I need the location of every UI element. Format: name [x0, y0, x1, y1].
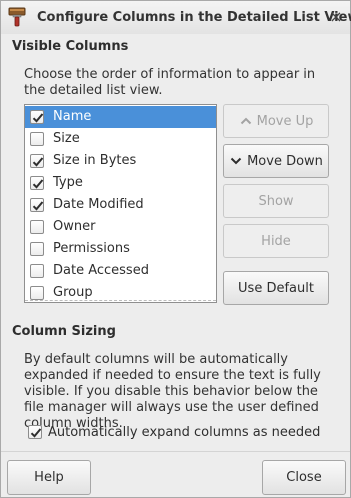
checkbox[interactable] — [30, 220, 44, 234]
use-default-button[interactable]: Use Default — [223, 271, 329, 305]
list-item-label: Date Accessed — [53, 263, 149, 278]
checkbox[interactable] — [30, 264, 44, 278]
show-label: Show — [258, 193, 294, 209]
list-item-label: Owner — [53, 219, 96, 234]
move-down-button[interactable]: Move Down — [223, 144, 329, 178]
list-item-label: Group — [53, 285, 93, 300]
columns-list[interactable]: Name Size Size in Bytes Type Date Modifi… — [24, 104, 217, 303]
move-up-button[interactable]: Move Up — [223, 104, 329, 138]
close-button[interactable]: Close — [262, 460, 346, 495]
checkbox[interactable] — [30, 286, 44, 300]
move-up-label: Move Up — [256, 113, 314, 129]
checkbox[interactable] — [30, 132, 44, 146]
checkbox[interactable] — [30, 110, 44, 124]
chevron-up-icon — [239, 114, 253, 128]
auto-expand-checkbox[interactable] — [28, 425, 42, 439]
use-default-label: Use Default — [238, 280, 314, 296]
hide-label: Hide — [261, 233, 291, 249]
footer-divider — [1, 451, 350, 452]
list-item-label: Permissions — [53, 241, 130, 256]
window-title: Configure Columns in the Detailed List V… — [37, 10, 351, 25]
list-item-label: Date Modified — [53, 197, 144, 212]
list-item-type[interactable]: Type — [25, 172, 216, 194]
auto-expand-label: Automatically expand columns as needed — [48, 424, 321, 440]
list-item-label: Size — [53, 131, 80, 146]
list-item-size-in-bytes[interactable]: Size in Bytes — [25, 150, 216, 172]
visible-columns-description: Choose the order of information to appea… — [24, 67, 316, 98]
close-icon[interactable]: × — [327, 8, 345, 26]
column-sizing-heading: Column Sizing — [12, 324, 116, 339]
list-item-name[interactable]: Name — [25, 106, 216, 128]
title-bar[interactable]: Configure Columns in the Detailed List V… — [1, 1, 351, 34]
move-down-label: Move Down — [247, 153, 323, 169]
list-item-label: Size in Bytes — [53, 153, 137, 168]
checkbox[interactable] — [30, 154, 44, 168]
column-sizing-description: By default columns will be automatically… — [24, 352, 321, 431]
chevron-down-icon — [229, 154, 243, 168]
checkbox[interactable] — [30, 198, 44, 212]
list-item-label: Type — [53, 175, 83, 190]
list-item-date-modified[interactable]: Date Modified — [25, 194, 216, 216]
dialog-window: Configure Columns in the Detailed List V… — [0, 0, 351, 498]
close-label: Close — [286, 470, 322, 485]
list-item-size[interactable]: Size — [25, 128, 216, 150]
help-button[interactable]: Help — [7, 460, 91, 495]
help-label: Help — [34, 470, 64, 485]
auto-expand-checkbox-row[interactable]: Automatically expand columns as needed — [28, 423, 320, 441]
list-scroll-edge — [25, 300, 216, 302]
visible-columns-heading: Visible Columns — [12, 39, 129, 54]
checkbox[interactable] — [30, 242, 44, 256]
list-item-owner[interactable]: Owner — [25, 216, 216, 238]
show-button[interactable]: Show — [223, 184, 329, 218]
list-item-label: Name — [53, 109, 92, 124]
hide-button[interactable]: Hide — [223, 224, 329, 258]
app-brush-icon — [7, 7, 27, 27]
list-item-date-accessed[interactable]: Date Accessed — [25, 260, 216, 282]
checkbox[interactable] — [30, 176, 44, 190]
list-item-permissions[interactable]: Permissions — [25, 238, 216, 260]
